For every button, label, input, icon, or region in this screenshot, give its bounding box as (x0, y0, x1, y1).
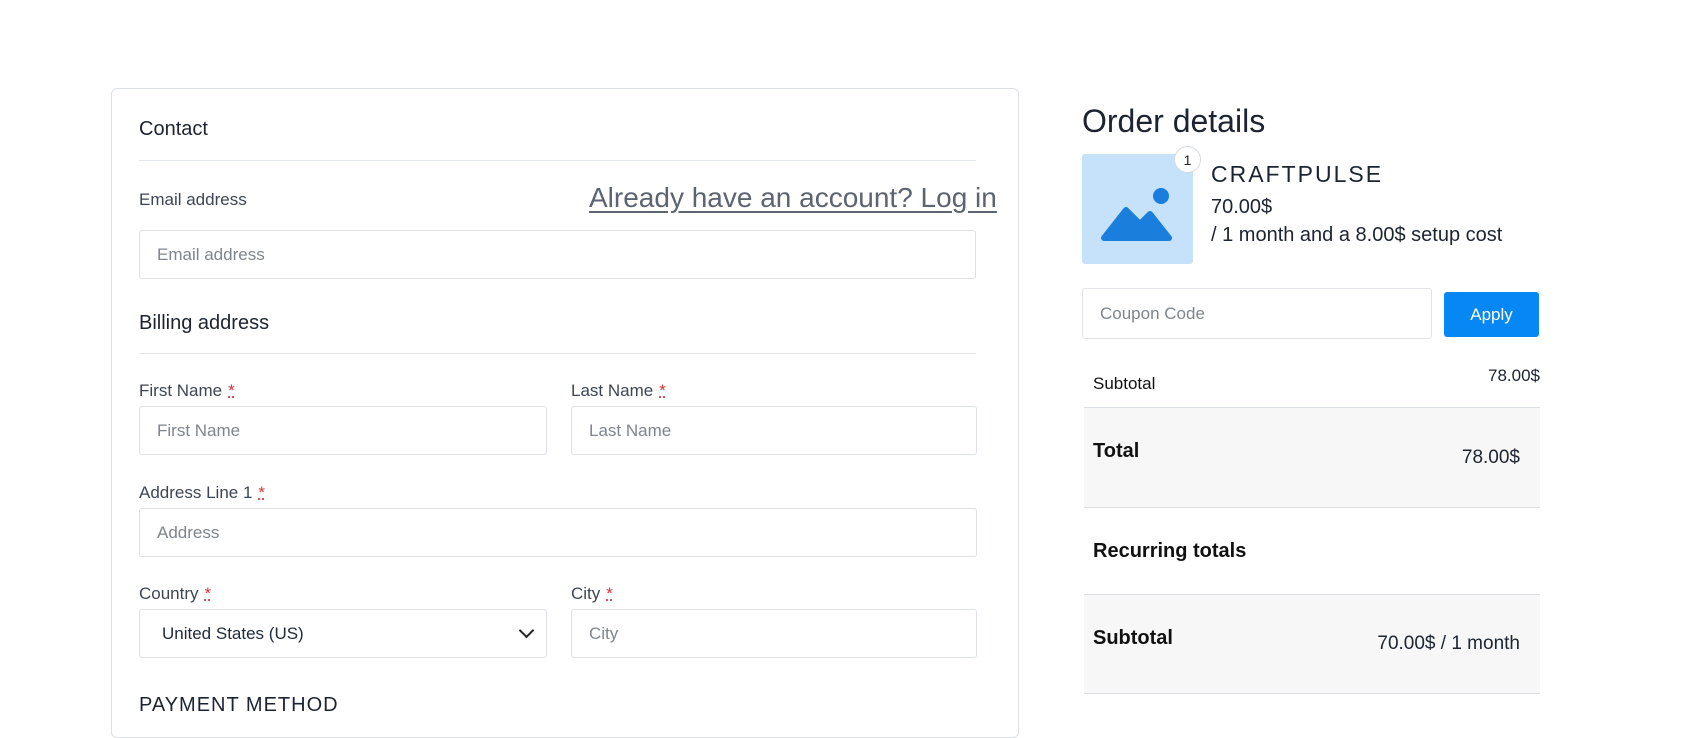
recurring-totals-heading: Recurring totals (1093, 540, 1247, 562)
first-name-label: First Name * (139, 381, 235, 400)
city-input[interactable]: City (571, 609, 977, 658)
contact-heading: Contact (139, 118, 208, 140)
required-mark: * (228, 381, 235, 400)
login-link[interactable]: Already have an account? Log in (589, 182, 997, 214)
email-label: Email address (139, 190, 247, 209)
product-thumbnail (1082, 154, 1193, 264)
total-label: Total (1093, 440, 1140, 462)
recurring-subtotal-label: Subtotal (1093, 627, 1173, 649)
image-placeholder-icon (1101, 188, 1172, 241)
subtotal-label: Subtotal (1093, 374, 1156, 393)
address-placeholder: Address (157, 522, 220, 542)
first-name-input[interactable]: First Name (139, 406, 547, 455)
billing-heading: Billing address (139, 312, 270, 334)
contact-divider (139, 160, 976, 161)
required-mark: * (258, 483, 266, 502)
chevron-down-icon (518, 622, 535, 639)
apply-coupon-button[interactable]: Apply (1444, 292, 1539, 337)
country-select[interactable]: United States (US) (139, 609, 547, 658)
country-selected-value: United States (US) (162, 623, 304, 643)
first-name-placeholder: First Name (157, 420, 241, 440)
last-name-input[interactable]: Last Name (571, 406, 977, 455)
city-placeholder: City (589, 623, 619, 643)
coupon-input[interactable]: Coupon Code (1082, 288, 1432, 339)
billing-divider (139, 353, 976, 354)
required-mark: * (204, 584, 212, 603)
email-placeholder: Email address (157, 244, 265, 264)
email-input[interactable]: Email address (139, 230, 976, 279)
product-name: CRAFTPULSE (1211, 161, 1384, 187)
address-label: Address Line 1 * (139, 483, 266, 502)
country-label: Country * (139, 584, 212, 603)
subtotal-value: 78.00$ (1488, 366, 1540, 385)
required-mark: * (659, 381, 666, 400)
address-input[interactable]: Address (139, 508, 977, 557)
city-label: City * (571, 584, 613, 603)
last-name-placeholder: Last Name (589, 420, 672, 440)
quantity-badge: 1 (1174, 146, 1201, 173)
recurring-subtotal-value: 70.00$ / 1 month (1377, 633, 1520, 654)
payment-method-heading: PAYMENT METHOD (139, 694, 339, 716)
order-details-heading: Order details (1082, 103, 1266, 139)
billing-cycle: / 1 month and a 8.00$ setup cost (1211, 224, 1503, 246)
last-name-label: Last Name * (571, 381, 666, 400)
summary-divider (1084, 507, 1540, 508)
summary-divider (1084, 693, 1540, 694)
required-mark: * (606, 584, 613, 603)
coupon-placeholder: Coupon Code (1100, 303, 1205, 323)
total-value: 78.00$ (1461, 447, 1520, 468)
product-price: 70.00$ (1211, 196, 1273, 218)
